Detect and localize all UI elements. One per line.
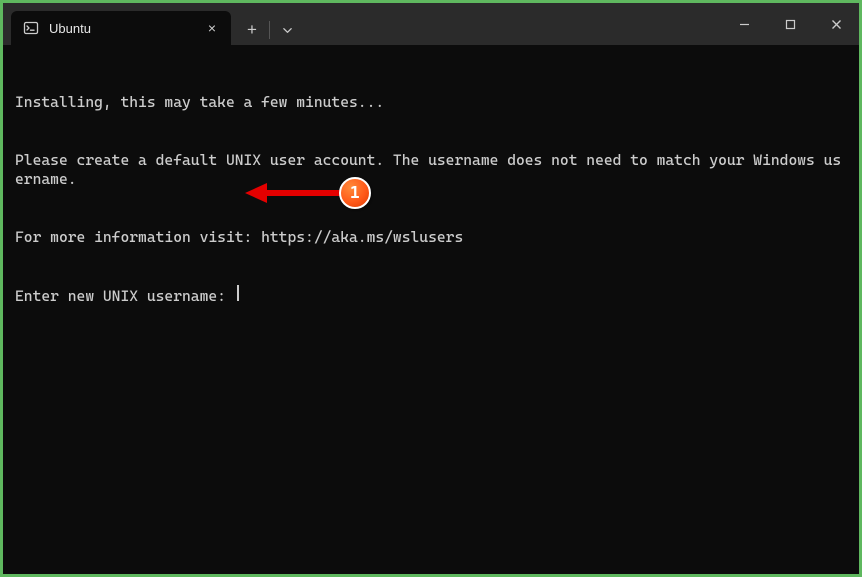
terminal-body[interactable]: Installing, this may take a few minutes.… xyxy=(3,45,859,574)
prompt-text: Enter new UNIX username: xyxy=(15,287,235,306)
divider xyxy=(269,21,270,39)
tab-dropdown-button[interactable] xyxy=(272,15,302,45)
text-cursor xyxy=(237,285,239,301)
titlebar: Ubuntu × + xyxy=(3,3,859,45)
terminal-window: Ubuntu × + xyxy=(3,3,859,574)
terminal-line: For more information visit: https://aka.… xyxy=(15,228,847,247)
window-controls xyxy=(721,3,859,45)
tab-actions: + xyxy=(237,15,302,45)
tab-close-button[interactable]: × xyxy=(203,19,221,37)
tab-ubuntu[interactable]: Ubuntu × xyxy=(11,11,231,45)
prompt-line: Enter new UNIX username: xyxy=(15,285,847,306)
terminal-line: Installing, this may take a few minutes.… xyxy=(15,93,847,112)
close-window-button[interactable] xyxy=(813,7,859,41)
new-tab-button[interactable]: + xyxy=(237,15,267,45)
tabs-area: Ubuntu × + xyxy=(3,3,302,45)
tab-title: Ubuntu xyxy=(49,21,193,36)
minimize-button[interactable] xyxy=(721,7,767,41)
terminal-line: Please create a default UNIX user accoun… xyxy=(15,151,847,189)
maximize-button[interactable] xyxy=(767,7,813,41)
terminal-icon xyxy=(23,20,39,36)
